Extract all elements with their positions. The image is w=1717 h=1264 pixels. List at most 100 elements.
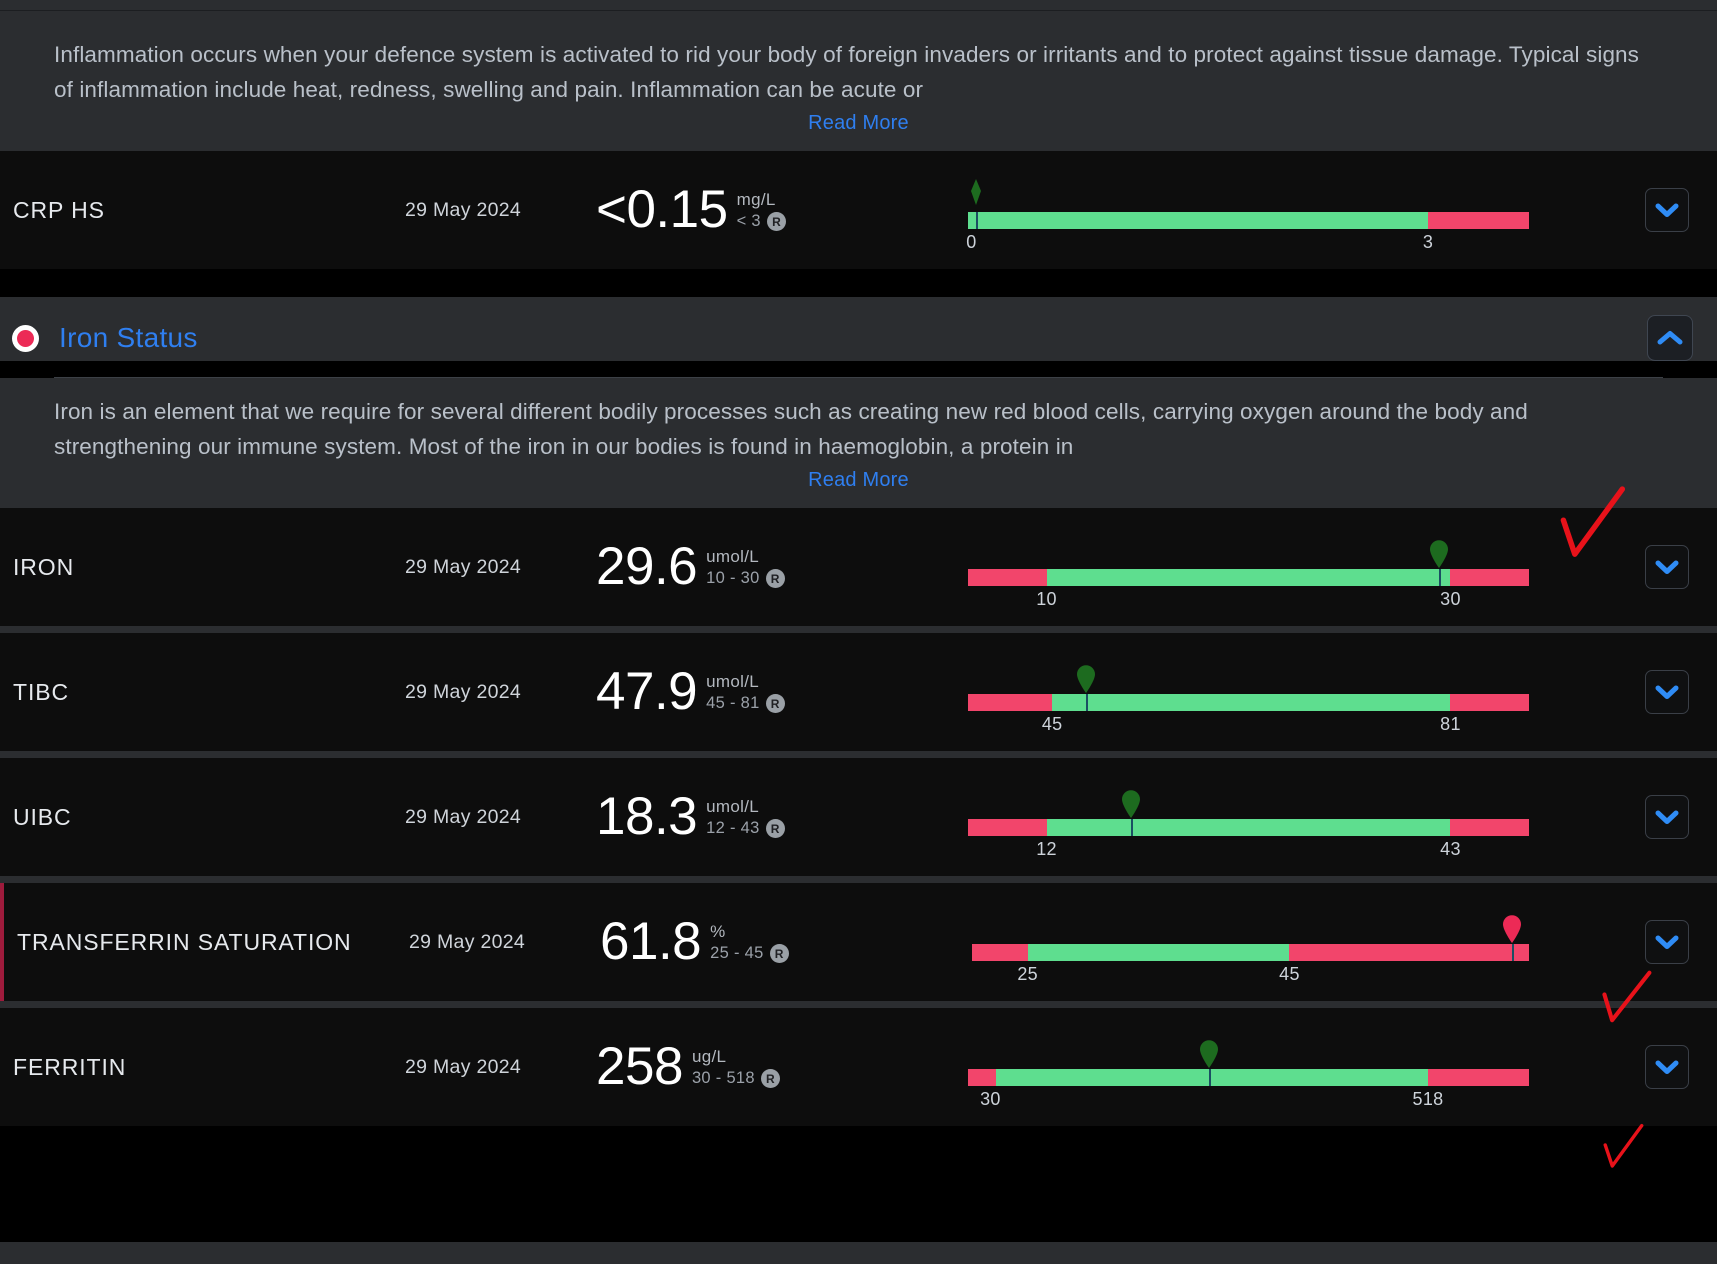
bottom-strip	[0, 1242, 1717, 1264]
gauge-value-marker-icon	[1075, 664, 1097, 694]
gauge-bar	[968, 569, 1529, 586]
range-gauge: 03	[966, 176, 1529, 252]
gauge-marker-tick	[1512, 944, 1515, 961]
inflammation-read-more-wrap: Read More	[54, 107, 1663, 141]
range-badge[interactable]: R	[766, 212, 786, 231]
gauge-low-segment	[968, 694, 1053, 711]
row-expand-cell	[1617, 920, 1717, 964]
range-badge[interactable]: R	[765, 569, 785, 588]
chevron-down-icon	[1655, 810, 1679, 824]
test-unit: umol/L	[706, 797, 759, 816]
test-value: 29.6	[596, 537, 698, 596]
gauge-tick-label: 30	[1440, 589, 1461, 609]
range-badge[interactable]: R	[765, 819, 785, 838]
gauge-value-marker-icon	[1198, 1039, 1220, 1069]
gauge-value-marker-icon	[1120, 789, 1142, 819]
row-expand-button[interactable]	[1645, 188, 1689, 232]
chevron-down-icon	[1655, 685, 1679, 699]
test-value-block: 47.9 umol/L 45 - 81 R	[590, 664, 880, 720]
gauge-high-segment	[1450, 819, 1529, 836]
range-gauge-cell: 45 81	[880, 633, 1617, 751]
gauge-tick-label: 0	[966, 232, 977, 252]
row-separator	[0, 626, 1717, 633]
range-gauge-cell: 03	[880, 151, 1617, 269]
gauge-high-segment	[1450, 569, 1529, 586]
chevron-down-icon	[1655, 1060, 1679, 1074]
row-expand-button[interactable]	[1645, 1045, 1689, 1089]
inflammation-read-more-link[interactable]: Read More	[808, 112, 909, 134]
gauge-tick-label: 25	[1017, 964, 1038, 984]
row-expand-button[interactable]	[1645, 670, 1689, 714]
gauge-marker-tick	[1085, 694, 1088, 711]
test-name: UIBC	[13, 803, 72, 830]
row-expand-button[interactable]	[1645, 545, 1689, 589]
test-value: 47.9	[596, 662, 698, 721]
gauge-high-segment	[1289, 944, 1529, 961]
test-value-block: <0.15 mg/L < 3 R	[590, 182, 880, 238]
test-range-line: 45 - 81 R	[706, 694, 785, 713]
result-row[interactable]: UIBC 29 May 2024 18.3 umol/L 12 - 43 R 12 43	[0, 758, 1717, 876]
range-badge[interactable]: R	[765, 694, 785, 713]
gauge-tick-label: 10	[1036, 589, 1057, 609]
test-range-line: 30 - 518 R	[692, 1069, 780, 1088]
range-badge[interactable]: R	[760, 1069, 780, 1088]
test-name: CRP HS	[13, 196, 105, 223]
test-reference-range: 10 - 30	[706, 569, 760, 587]
test-date: 29 May 2024	[405, 680, 522, 703]
row-separator	[0, 876, 1717, 883]
red-status-dot-icon	[12, 324, 39, 352]
gauge-tick-label: 45	[1041, 714, 1063, 734]
result-row[interactable]: TIBC 29 May 2024 47.9 umol/L 45 - 81 R 45 81	[0, 633, 1717, 751]
row-expand-cell	[1617, 1045, 1717, 1089]
test-value-meta: % 25 - 45 R	[710, 914, 789, 963]
row-expand-button[interactable]	[1645, 795, 1689, 839]
test-date: 29 May 2024	[405, 1055, 522, 1078]
gauge-tick-label: 30	[980, 1089, 1001, 1109]
gauge-in-range-segment	[1046, 819, 1451, 836]
gauge-tick-label: 81	[1440, 714, 1461, 734]
test-reference-range: 45 - 81	[706, 694, 760, 712]
chevron-down-icon	[1655, 935, 1679, 949]
test-value-block: 61.8% 25 - 45 R	[594, 914, 884, 970]
section-spacer	[0, 269, 1717, 297]
iron-status-collapse-button[interactable]	[1647, 315, 1693, 361]
gauge-marker-tick	[1130, 819, 1133, 836]
chevron-down-icon	[1655, 203, 1679, 217]
gauge-marker-tick	[1209, 1069, 1212, 1086]
iron-description-panel: Iron is an element that we require for s…	[0, 378, 1717, 508]
test-range-line: < 3 R	[737, 212, 786, 231]
test-date: 29 May 2024	[405, 805, 522, 828]
result-row[interactable]: IRON 29 May 2024 29.6 umol/L 10 - 30 R 10 30	[0, 508, 1717, 626]
gauge-tick-label: 518	[1412, 1089, 1444, 1109]
test-reference-range: < 3	[736, 212, 761, 230]
test-range-line: 12 - 43 R	[706, 819, 785, 838]
test-name: TRANSFERRIN SATURATION	[17, 928, 352, 955]
test-reference-range: 12 - 43	[706, 819, 760, 837]
iron-read-more-link[interactable]: Read More	[808, 469, 909, 491]
gauge-low-segment	[968, 569, 1047, 586]
gauge-in-range-segment	[996, 1069, 1429, 1086]
test-unit: mg/L	[736, 190, 776, 209]
test-unit: umol/L	[706, 547, 759, 566]
range-gauge: 25 45	[972, 908, 1529, 984]
gauge-tick-label: 3	[1422, 232, 1434, 252]
inflammation-description-panel: Inflammation occurs when your defence sy…	[0, 11, 1717, 151]
result-row[interactable]: FERRITIN 29 May 2024 258 ug/L 30 - 518 R 30 518	[0, 1008, 1717, 1126]
gauge-marker-tick	[976, 212, 979, 229]
iron-status-title: Iron Status	[59, 322, 198, 353]
test-value-meta: ug/L 30 - 518 R	[692, 1039, 780, 1088]
result-row[interactable]: TRANSFERRIN SATURATION 29 May 2024 61.8% 25…	[0, 883, 1717, 1001]
range-badge[interactable]: R	[769, 944, 789, 963]
gauge-bar	[972, 944, 1529, 961]
gauge-marker-tick	[1439, 569, 1442, 586]
gauge-tick-label: 45	[1279, 964, 1300, 984]
test-value-meta: umol/L 10 - 30 R	[706, 539, 785, 588]
result-row[interactable]: CRP HS 29 May 2024 <0.15 mg/L < 3R03	[0, 151, 1717, 269]
range-gauge-cell: 30 518	[880, 1008, 1617, 1126]
gauge-in-range-segment	[1027, 944, 1290, 961]
range-gauge-cell: 12 43	[880, 758, 1617, 876]
row-expand-button[interactable]	[1645, 920, 1689, 964]
test-value: <0.15	[596, 180, 728, 239]
gauge-tick-label: 12	[1036, 839, 1057, 859]
gauge-low-segment	[968, 1069, 997, 1086]
